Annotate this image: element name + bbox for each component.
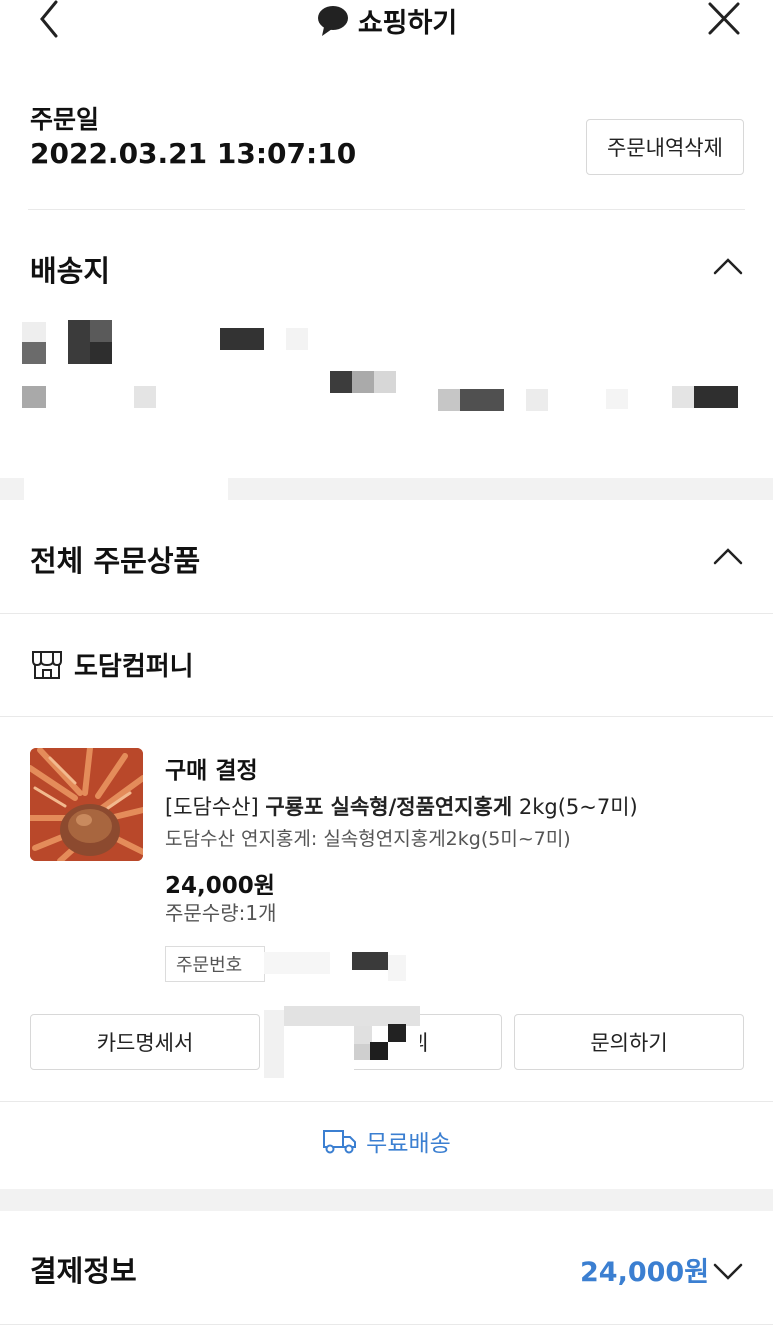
- purchase-status: 구매 결정: [165, 758, 258, 784]
- products-title: 전체 주문상품: [30, 544, 201, 578]
- order-quantity: 주문수량:1개: [165, 901, 277, 925]
- seller-row[interactable]: 도담컴퍼니: [30, 646, 194, 683]
- products-collapse-button[interactable]: [712, 543, 744, 575]
- store-icon: [32, 650, 62, 679]
- product-price: 24,000원: [165, 873, 275, 899]
- order-number-label: 주문번호: [176, 955, 243, 976]
- chevron-down-icon: [713, 1263, 743, 1280]
- divider: [0, 613, 773, 614]
- shipping-title: 배송지: [30, 254, 111, 288]
- payment-amount: 24,000원: [580, 1257, 710, 1288]
- order-number-badge: 주문번호: [165, 946, 265, 982]
- card-receipt-button[interactable]: 카드명세서: [30, 1014, 260, 1070]
- page-title: 쇼핑하기: [357, 7, 458, 39]
- redacted-address: [0, 0, 773, 500]
- close-button[interactable]: [702, 0, 746, 40]
- delete-order-button[interactable]: 주문내역삭제: [586, 119, 744, 175]
- payment-expand-button[interactable]: [712, 1258, 744, 1288]
- crab-image: [30, 748, 143, 861]
- divider: [0, 1324, 773, 1325]
- divider: [0, 716, 773, 717]
- chevron-up-icon: [713, 258, 743, 275]
- product-option: 도담수산 연지홍게: 실속형연지홍게2kg(5미~7미): [165, 828, 571, 850]
- header-title-wrap: 쇼핑하기: [0, 0, 773, 40]
- order-date-label: 주문일: [30, 105, 100, 134]
- order-date-value: 2022.03.21 13:07:10: [30, 137, 357, 170]
- chevron-up-icon: [713, 548, 743, 565]
- product-name-bold: 구룡포 실속형/정품연지홍게: [265, 795, 513, 819]
- product-thumbnail[interactable]: [30, 748, 143, 861]
- truck-icon: [323, 1130, 357, 1154]
- middle-action-button[interactable]: 긔: [272, 1014, 502, 1070]
- free-shipping-label: 무료배송: [366, 1131, 451, 1157]
- free-shipping-row: 무료배송: [0, 1124, 773, 1158]
- talk-bubble-icon: [317, 6, 348, 36]
- divider: [28, 209, 745, 210]
- product-name-prefix: [도담수산]: [165, 795, 259, 819]
- close-icon: [708, 2, 740, 35]
- payment-title: 결제정보: [30, 1254, 137, 1288]
- inquiry-button[interactable]: 문의하기: [514, 1014, 744, 1070]
- section-gap: [0, 1189, 773, 1211]
- seller-name: 도담컴퍼니: [74, 652, 194, 682]
- shipping-collapse-button[interactable]: [712, 253, 744, 285]
- divider: [0, 1101, 773, 1102]
- gap-white-strip: [24, 478, 228, 500]
- product-name-suffix: 2kg(5~7미): [518, 795, 638, 819]
- product-name[interactable]: [도담수산] 구룡포 실속형/정품연지홍게 2kg(5~7미): [165, 791, 638, 821]
- middle-action-label: 긔: [409, 1031, 429, 1055]
